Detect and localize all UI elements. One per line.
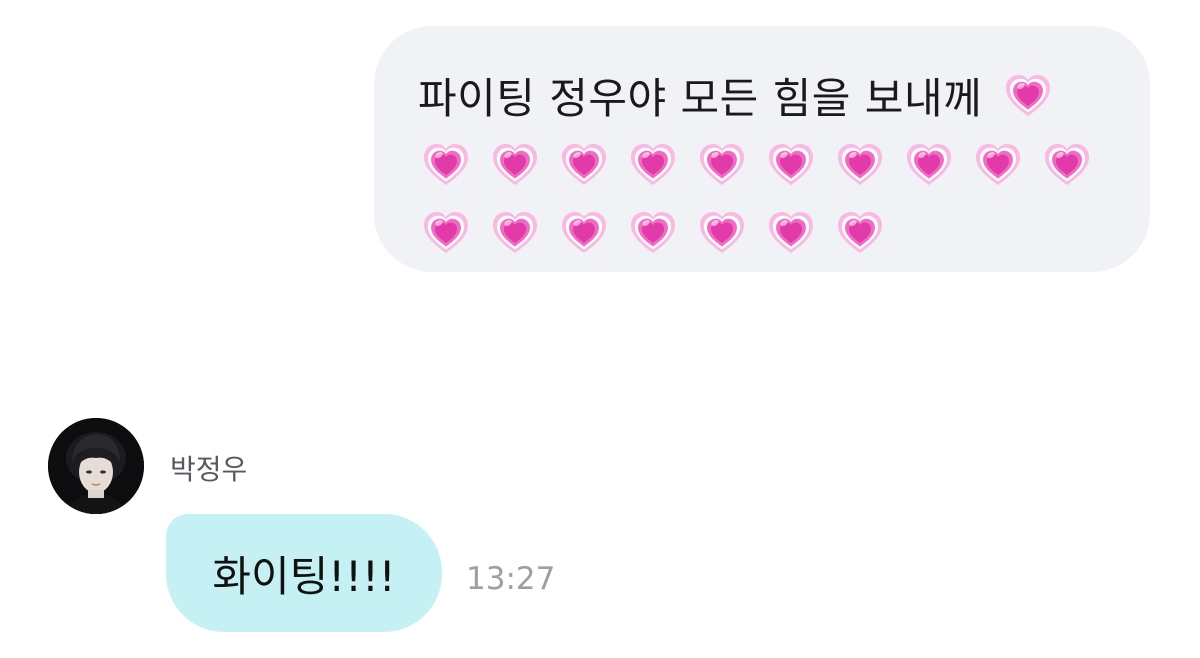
sent-message-line-1: 파이팅 정우야 모든 힘을 보내께	[418, 60, 1110, 130]
growing-heart-emoji	[418, 136, 474, 192]
avatar[interactable]	[48, 418, 144, 514]
growing-heart-emoji	[418, 204, 474, 260]
received-message-text: 화이팅!!!!	[212, 551, 396, 601]
growing-heart-emoji	[625, 204, 681, 260]
growing-heart-emoji	[487, 136, 543, 192]
growing-heart-emoji	[556, 136, 612, 192]
growing-heart-emoji	[1039, 136, 1095, 192]
growing-heart-emoji	[694, 136, 750, 192]
growing-heart-emoji	[763, 204, 819, 260]
growing-heart-emoji	[487, 204, 543, 260]
avatar-image	[48, 418, 144, 514]
message-timestamp: 13:27	[466, 561, 556, 597]
growing-heart-emoji	[694, 204, 750, 260]
received-message-bubble[interactable]: 화이팅!!!!	[166, 514, 442, 632]
growing-heart-emoji	[625, 136, 681, 192]
growing-heart-emoji	[901, 136, 957, 192]
sent-emoji-row-2	[418, 198, 1110, 266]
sender-name: 박정우	[170, 453, 248, 486]
growing-heart-emoji	[970, 136, 1026, 192]
growing-heart-emoji	[832, 136, 888, 192]
growing-heart-emoji	[556, 204, 612, 260]
growing-heart-emoji	[1000, 67, 1056, 123]
sent-emoji-row-1	[418, 130, 1110, 198]
growing-heart-emoji	[763, 136, 819, 192]
growing-heart-emoji	[832, 204, 888, 260]
sent-message-text: 파이팅 정우야 모든 힘을 보내께	[418, 73, 983, 123]
sent-message-bubble[interactable]: 파이팅 정우야 모든 힘을 보내께	[374, 26, 1150, 272]
chat-screen: 파이팅 정우야 모든 힘을 보내께 박정우 화이팅!!!! 13:27	[0, 0, 1200, 658]
